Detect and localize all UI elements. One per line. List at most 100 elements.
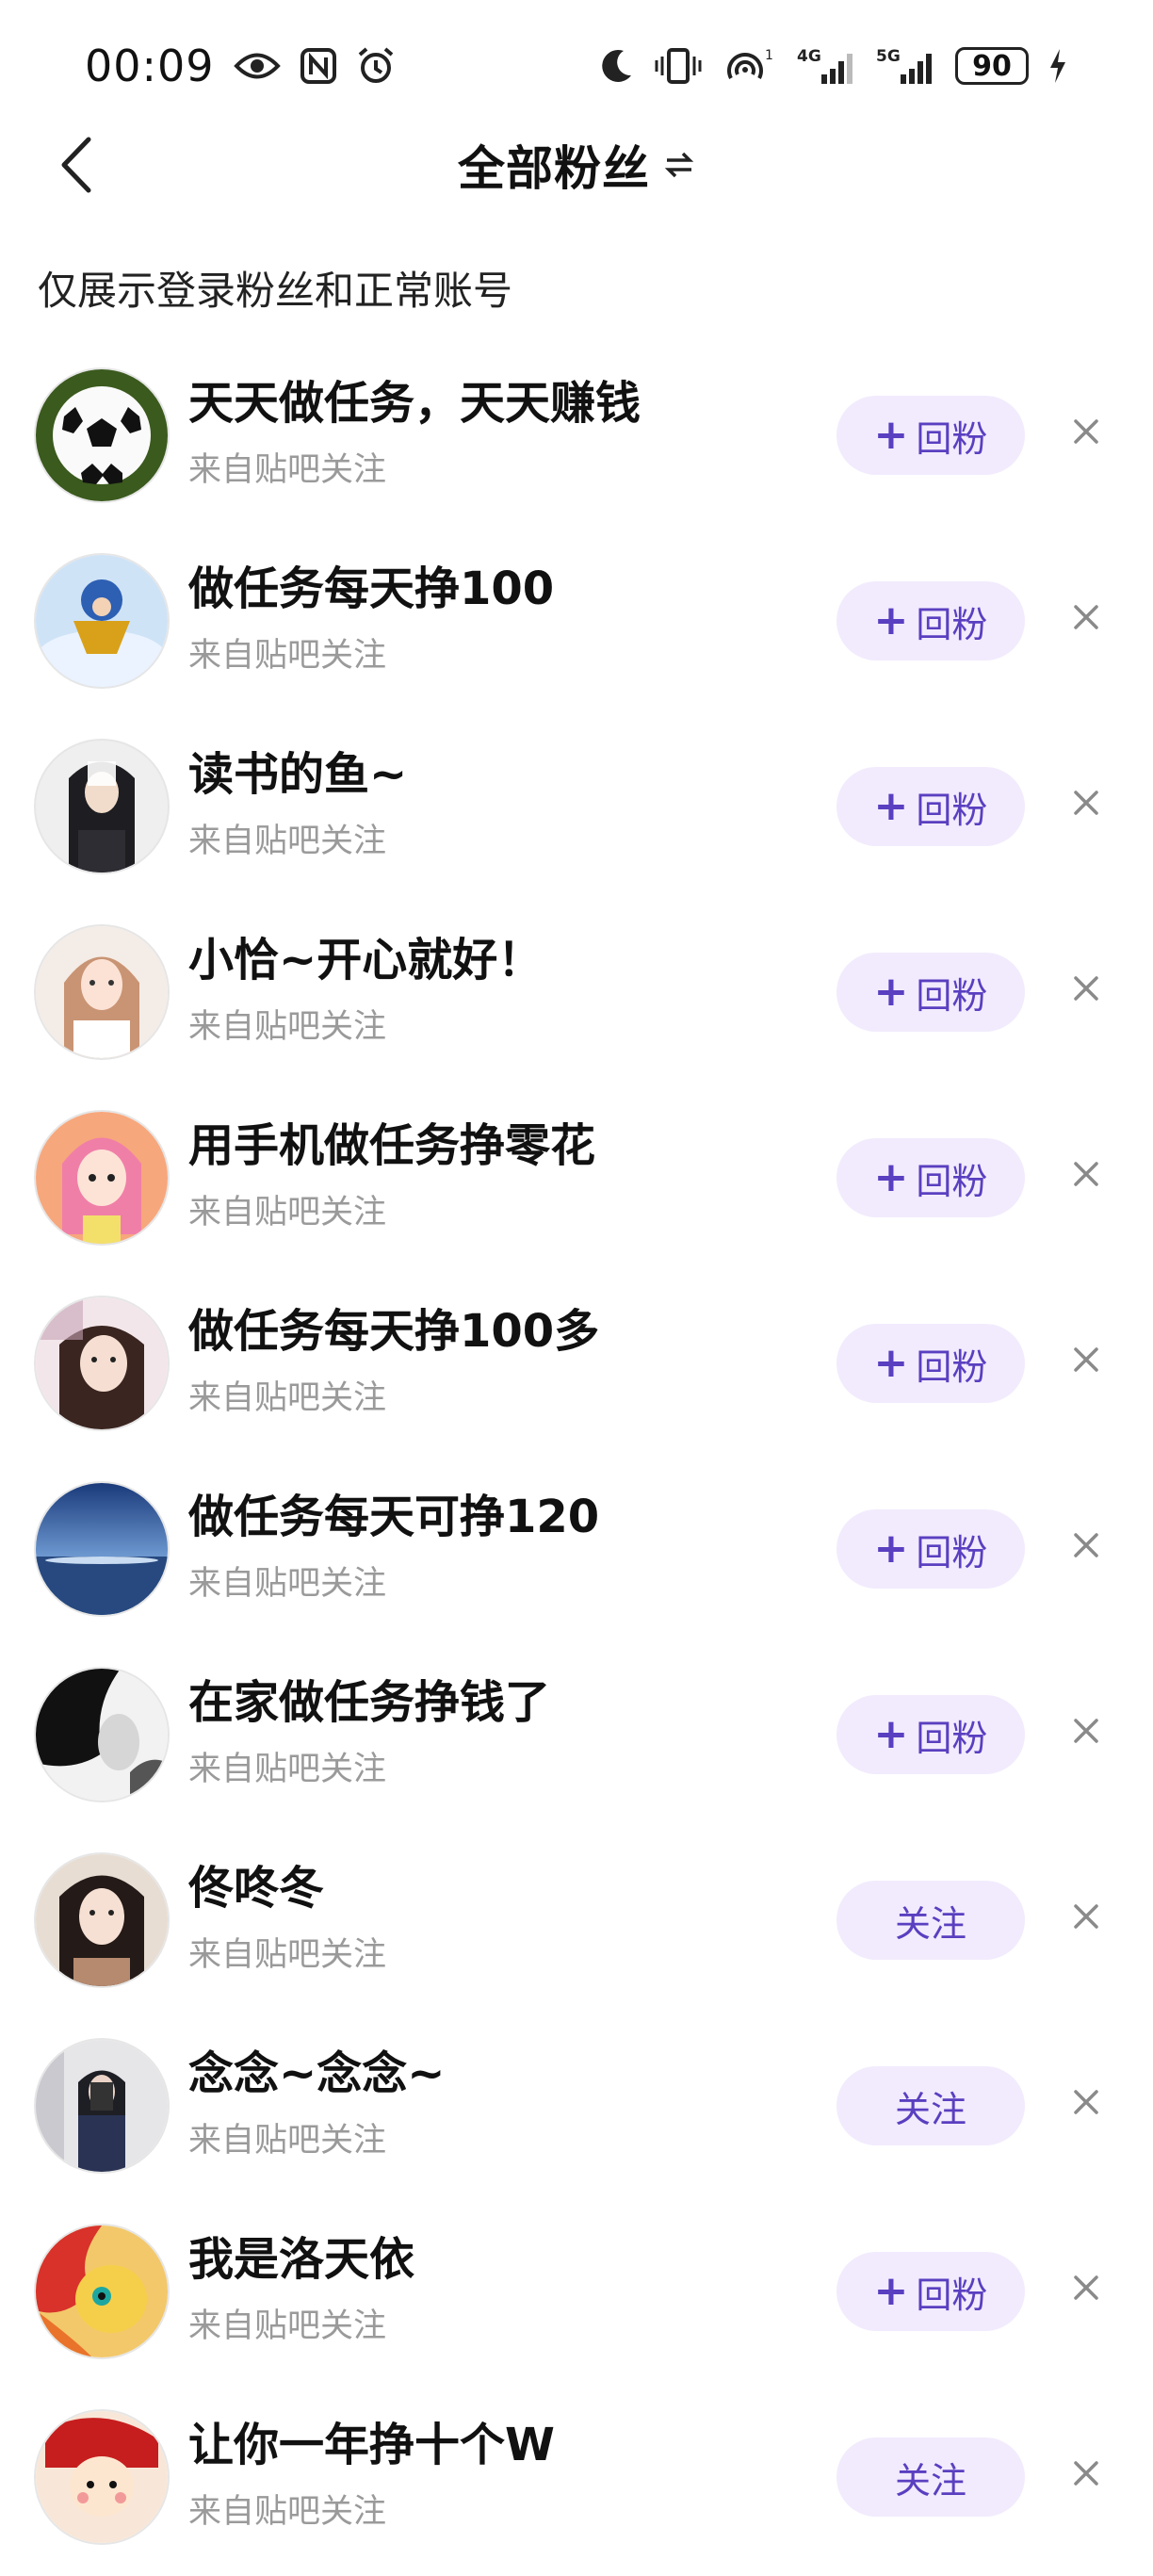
follow-back-button[interactable]: + 回粉 (836, 1138, 1025, 1217)
follower-source: 来自贴吧关注 (188, 1565, 387, 1603)
follower-row[interactable]: 佟咚冬 来自贴吧关注 关注 (0, 1834, 1153, 2019)
avatar[interactable] (36, 2040, 168, 2172)
follower-source: 来自贴吧关注 (188, 1751, 387, 1788)
status-time: 00:09 (85, 41, 215, 91)
follower-list: 天天做任务，天天赚钱 来自贴吧关注 + 回粉 做任务每天挣100 来自贴吧关注 … (0, 349, 1153, 2576)
remove-follower-button[interactable] (1064, 410, 1108, 453)
close-icon (1074, 1719, 1098, 1743)
follow-back-button[interactable]: + 回粉 (836, 581, 1025, 660)
follow-back-button[interactable]: + 回粉 (836, 767, 1025, 846)
follower-name[interactable]: 读书的鱼~ (188, 737, 407, 803)
follower-row[interactable]: 用手机做任务挣零花 来自贴吧关注 + 回粉 (0, 1091, 1153, 1277)
avatar[interactable] (36, 2411, 168, 2543)
avatar[interactable] (36, 1854, 168, 1986)
remove-follower-button[interactable] (1064, 1152, 1108, 1196)
follower-name[interactable]: 天天做任务，天天赚钱 (188, 366, 641, 432)
avatar[interactable] (36, 1112, 168, 1244)
follower-source: 来自贴吧关注 (188, 1379, 387, 1417)
close-icon (1074, 2275, 1098, 2300)
plus-icon: + (873, 1524, 909, 1573)
battery-icon: 90 (955, 47, 1029, 85)
follower-row[interactable]: 在家做任务挣钱了 来自贴吧关注 + 回粉 (0, 1648, 1153, 1834)
close-icon (1074, 1347, 1098, 1372)
close-icon (1074, 419, 1098, 444)
follow-back-button[interactable]: + 回粉 (836, 2252, 1025, 2331)
action-label: 回粉 (916, 2274, 988, 2316)
follower-name[interactable]: 做任务每天挣100 (188, 551, 554, 617)
remove-follower-button[interactable] (1064, 1338, 1108, 1381)
follower-name[interactable]: 让你一年挣十个W (188, 2407, 555, 2473)
remove-follower-button[interactable] (1064, 1895, 1108, 1938)
vibrate-icon (654, 47, 703, 85)
follower-row[interactable]: 我是洛天依 来自贴吧关注 + 回粉 (0, 2205, 1153, 2390)
remove-follower-button[interactable] (1064, 1524, 1108, 1567)
action-label: 回粉 (916, 1345, 988, 1388)
follower-row[interactable]: 天天做任务，天天赚钱 来自贴吧关注 + 回粉 (0, 349, 1153, 534)
avatar[interactable] (36, 369, 168, 501)
follower-name[interactable]: 小恰~开心就好！ (188, 922, 543, 988)
charging-icon (1047, 47, 1068, 85)
follower-source: 来自贴吧关注 (188, 823, 387, 860)
net1-label: 4G (797, 47, 821, 66)
follower-row[interactable]: 做任务每天挣100 来自贴吧关注 + 回粉 (0, 534, 1153, 720)
remove-follower-button[interactable] (1064, 1709, 1108, 1753)
action-label: 回粉 (916, 1531, 988, 1573)
close-icon (1074, 791, 1098, 815)
follower-name[interactable]: 做任务每天挣100多 (188, 1294, 599, 1360)
follower-name[interactable]: 念念~念念~ (188, 2036, 445, 2102)
action-label: 回粉 (916, 1160, 988, 1202)
action-label: 回粉 (916, 1717, 988, 1759)
action-label: 关注 (894, 2088, 966, 2130)
remove-follower-button[interactable] (1064, 595, 1108, 639)
remove-follower-button[interactable] (1064, 2266, 1108, 2309)
remove-follower-button[interactable] (1064, 2452, 1108, 2495)
avatar[interactable] (36, 2225, 168, 2357)
follow-back-button[interactable]: + 回粉 (836, 1324, 1025, 1403)
follower-source: 来自贴吧关注 (188, 451, 387, 489)
follow-button[interactable]: 关注 (836, 2437, 1025, 2517)
remove-follower-button[interactable] (1064, 781, 1108, 824)
status-right: 1 4G 5G 90 (599, 46, 1068, 86)
follower-name[interactable]: 用手机做任务挣零花 (188, 1108, 595, 1174)
avatar[interactable] (36, 555, 168, 687)
action-label: 回粉 (916, 603, 988, 645)
follow-back-button[interactable]: + 回粉 (836, 953, 1025, 1032)
plus-icon: + (873, 1153, 909, 1201)
signal-icon: 4G (797, 46, 857, 86)
signal-icon: 5G (876, 46, 936, 86)
avatar[interactable] (36, 926, 168, 1058)
back-button[interactable] (47, 132, 113, 198)
follow-back-button[interactable]: + 回粉 (836, 1509, 1025, 1589)
follower-row[interactable]: 念念~念念~ 来自贴吧关注 关注 (0, 2019, 1153, 2205)
avatar[interactable] (36, 1669, 168, 1801)
avatar[interactable] (36, 1483, 168, 1615)
follower-row[interactable]: 做任务每天挣100多 来自贴吧关注 + 回粉 (0, 1277, 1153, 1462)
follower-row[interactable]: 做任务每天可挣120 来自贴吧关注 + 回粉 (0, 1462, 1153, 1648)
follower-name[interactable]: 在家做任务挣钱了 (188, 1665, 550, 1731)
remove-follower-button[interactable] (1064, 967, 1108, 1010)
avatar[interactable] (36, 1297, 168, 1429)
follow-button[interactable]: 关注 (836, 2066, 1025, 2145)
follower-source: 来自贴吧关注 (188, 2307, 387, 2345)
follow-back-button[interactable]: + 回粉 (836, 1695, 1025, 1774)
eye-icon (233, 50, 281, 82)
follower-source: 来自贴吧关注 (188, 1194, 387, 1231)
follower-row[interactable]: 让你一年挣十个W 来自贴吧关注 关注 (0, 2390, 1153, 2576)
follower-name[interactable]: 做任务每天可挣120 (188, 1479, 599, 1545)
follow-button[interactable]: 关注 (836, 1881, 1025, 1960)
swap-arrows-icon (663, 138, 695, 192)
remove-follower-button[interactable] (1064, 2080, 1108, 2124)
follow-back-button[interactable]: + 回粉 (836, 396, 1025, 475)
follower-source: 来自贴吧关注 (188, 1936, 387, 1974)
follower-row[interactable]: 小恰~开心就好！ 来自贴吧关注 + 回粉 (0, 905, 1153, 1091)
avatar[interactable] (36, 741, 168, 872)
close-icon (1074, 976, 1098, 1001)
action-label: 回粉 (916, 789, 988, 831)
follower-name[interactable]: 佟咚冬 (188, 1850, 324, 1916)
follower-name[interactable]: 我是洛天依 (188, 2222, 414, 2288)
close-icon (1074, 1162, 1098, 1186)
page-title-switcher[interactable]: 全部粉丝 (458, 131, 695, 199)
nfc-icon (300, 47, 337, 85)
follower-row[interactable]: 读书的鱼~ 来自贴吧关注 + 回粉 (0, 720, 1153, 905)
page-title: 全部粉丝 (458, 141, 650, 196)
